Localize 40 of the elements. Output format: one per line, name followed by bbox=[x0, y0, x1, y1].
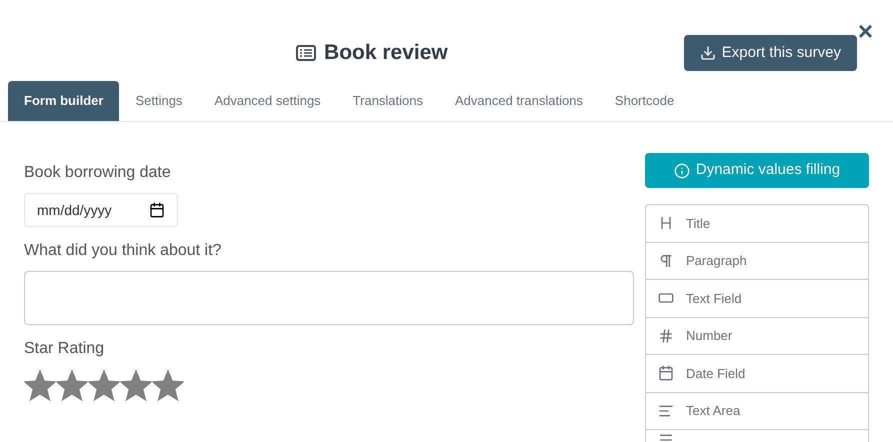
palette-item[interactable]: Text Area bbox=[646, 392, 868, 430]
palette-label: Paragraph bbox=[686, 252, 747, 270]
list-icon bbox=[296, 44, 316, 61]
tab[interactable]: Form builder bbox=[8, 81, 120, 121]
star-icon[interactable] bbox=[56, 369, 88, 401]
palette-label: Text Area bbox=[686, 402, 740, 420]
page-title: Book review bbox=[324, 40, 448, 66]
palette-label: Date Field bbox=[686, 364, 746, 382]
star-icon[interactable] bbox=[24, 369, 56, 401]
close-icon[interactable]: × bbox=[858, 18, 873, 44]
tab[interactable]: Settings bbox=[119, 81, 198, 121]
star-icon[interactable] bbox=[88, 369, 120, 401]
text-area-icon bbox=[658, 402, 674, 419]
calendar-icon[interactable] bbox=[149, 202, 165, 218]
palette-item[interactable]: Paragraph bbox=[646, 242, 868, 280]
tab[interactable]: Shortcode bbox=[598, 81, 690, 121]
palette-label: Number bbox=[686, 327, 732, 345]
palette-label: Title bbox=[686, 214, 710, 232]
palette-label: Text Field bbox=[686, 290, 742, 308]
calendar-icon bbox=[658, 365, 674, 382]
info-icon bbox=[674, 162, 690, 178]
field-label: Star Rating bbox=[24, 339, 106, 359]
download-icon bbox=[700, 45, 716, 61]
pilcrow-icon bbox=[658, 252, 674, 269]
palette-item[interactable]: Date Field bbox=[646, 355, 868, 392]
export-button[interactable]: Export this survey bbox=[684, 35, 857, 71]
dynamic-values-button[interactable]: Dynamic values filling bbox=[645, 153, 869, 188]
star-icon[interactable] bbox=[152, 369, 184, 401]
palette-item[interactable]: Title bbox=[646, 205, 868, 242]
palette-item[interactable]: Number bbox=[646, 318, 868, 355]
tab[interactable]: Advanced settings bbox=[198, 81, 337, 121]
date-input[interactable]: mm/dd/yyyy bbox=[24, 193, 178, 227]
hash-icon bbox=[658, 328, 674, 344]
field-label: What did you think about it? bbox=[24, 241, 222, 261]
date-placeholder: mm/dd/yyyy bbox=[37, 200, 112, 220]
tab[interactable]: Advanced translations bbox=[439, 81, 599, 121]
star-icon[interactable] bbox=[120, 369, 152, 401]
field-label: Book borrowing date bbox=[24, 163, 172, 183]
palette-item[interactable]: Text Field bbox=[646, 280, 868, 318]
tab[interactable]: Translations bbox=[336, 81, 439, 121]
